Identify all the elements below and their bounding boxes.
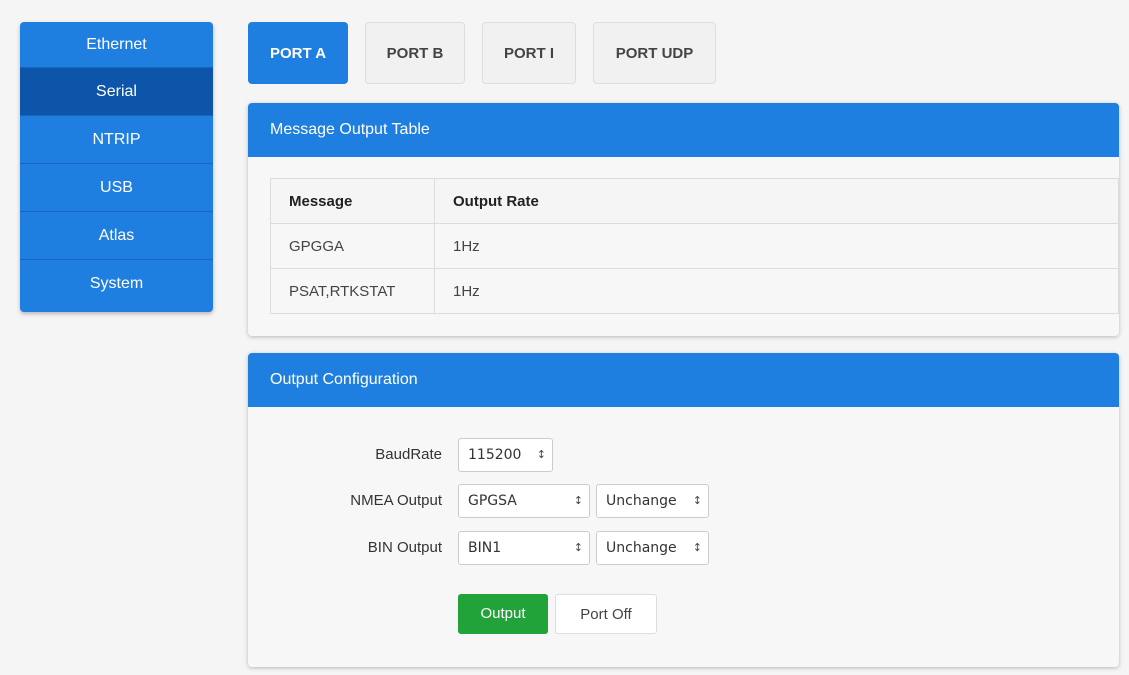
column-header-output-rate: Output Rate [434, 178, 1119, 224]
tab-port-i[interactable]: PORT I [482, 22, 576, 84]
nmea-rate-value: Unchange [606, 493, 677, 509]
sidebar-item-serial[interactable]: Serial [20, 68, 213, 116]
output-configuration-title: Output Configuration [248, 353, 1119, 407]
output-button[interactable]: Output [458, 594, 548, 634]
select-arrows-icon: ↕ [536, 448, 546, 461]
sidebar-item-system[interactable]: System [20, 260, 213, 308]
baudrate-value: 115200 [468, 447, 522, 463]
rate-cell: 1Hz [434, 268, 1119, 314]
message-output-table: Message Output Rate GPGGA 1Hz PSAT,RTKST… [270, 178, 1119, 314]
column-header-message: Message [270, 178, 435, 224]
tab-port-a[interactable]: PORT A [248, 22, 348, 84]
select-arrows-icon: ↕ [573, 494, 583, 507]
select-arrows-icon: ↕ [573, 541, 583, 554]
sidebar-item-ntrip[interactable]: NTRIP [20, 116, 213, 164]
message-cell: GPGGA [270, 223, 435, 269]
table-row: PSAT,RTKSTAT 1Hz [270, 268, 1119, 314]
nmea-output-value: GPGSA [468, 493, 517, 509]
sidebar-item-ethernet[interactable]: Ethernet [20, 22, 213, 68]
nmea-rate-select[interactable]: Unchange ↕ [596, 484, 709, 518]
port-off-button[interactable]: Port Off [555, 594, 657, 634]
message-cell: PSAT,RTKSTAT [270, 268, 435, 314]
bin-rate-select[interactable]: Unchange ↕ [596, 531, 709, 565]
select-arrows-icon: ↕ [692, 541, 702, 554]
rate-cell: 1Hz [434, 223, 1119, 269]
sidebar-item-usb[interactable]: USB [20, 164, 213, 212]
bin-output-select[interactable]: BIN1 ↕ [458, 531, 590, 565]
bin-output-value: BIN1 [468, 540, 502, 556]
table-row: GPGGA 1Hz [270, 223, 1119, 269]
bin-rate-value: Unchange [606, 540, 677, 556]
baudrate-label: BaudRate [375, 446, 442, 463]
tab-port-b[interactable]: PORT B [365, 22, 465, 84]
sidebar-nav: Ethernet Serial NTRIP USB Atlas System [20, 22, 213, 312]
message-output-panel: Message Output Table Message Output Rate… [248, 103, 1119, 336]
table-header-row: Message Output Rate [270, 178, 1119, 224]
select-arrows-icon: ↕ [692, 494, 702, 507]
sidebar-item-atlas[interactable]: Atlas [20, 212, 213, 260]
tab-port-udp[interactable]: PORT UDP [593, 22, 716, 84]
output-configuration-panel: Output Configuration BaudRate 115200 ↕ N… [248, 353, 1119, 667]
nmea-output-label: NMEA Output [350, 492, 442, 509]
nmea-output-select[interactable]: GPGSA ↕ [458, 484, 590, 518]
baudrate-select[interactable]: 115200 ↕ [458, 438, 553, 472]
bin-output-label: BIN Output [367, 539, 442, 556]
message-output-title: Message Output Table [248, 103, 1119, 157]
